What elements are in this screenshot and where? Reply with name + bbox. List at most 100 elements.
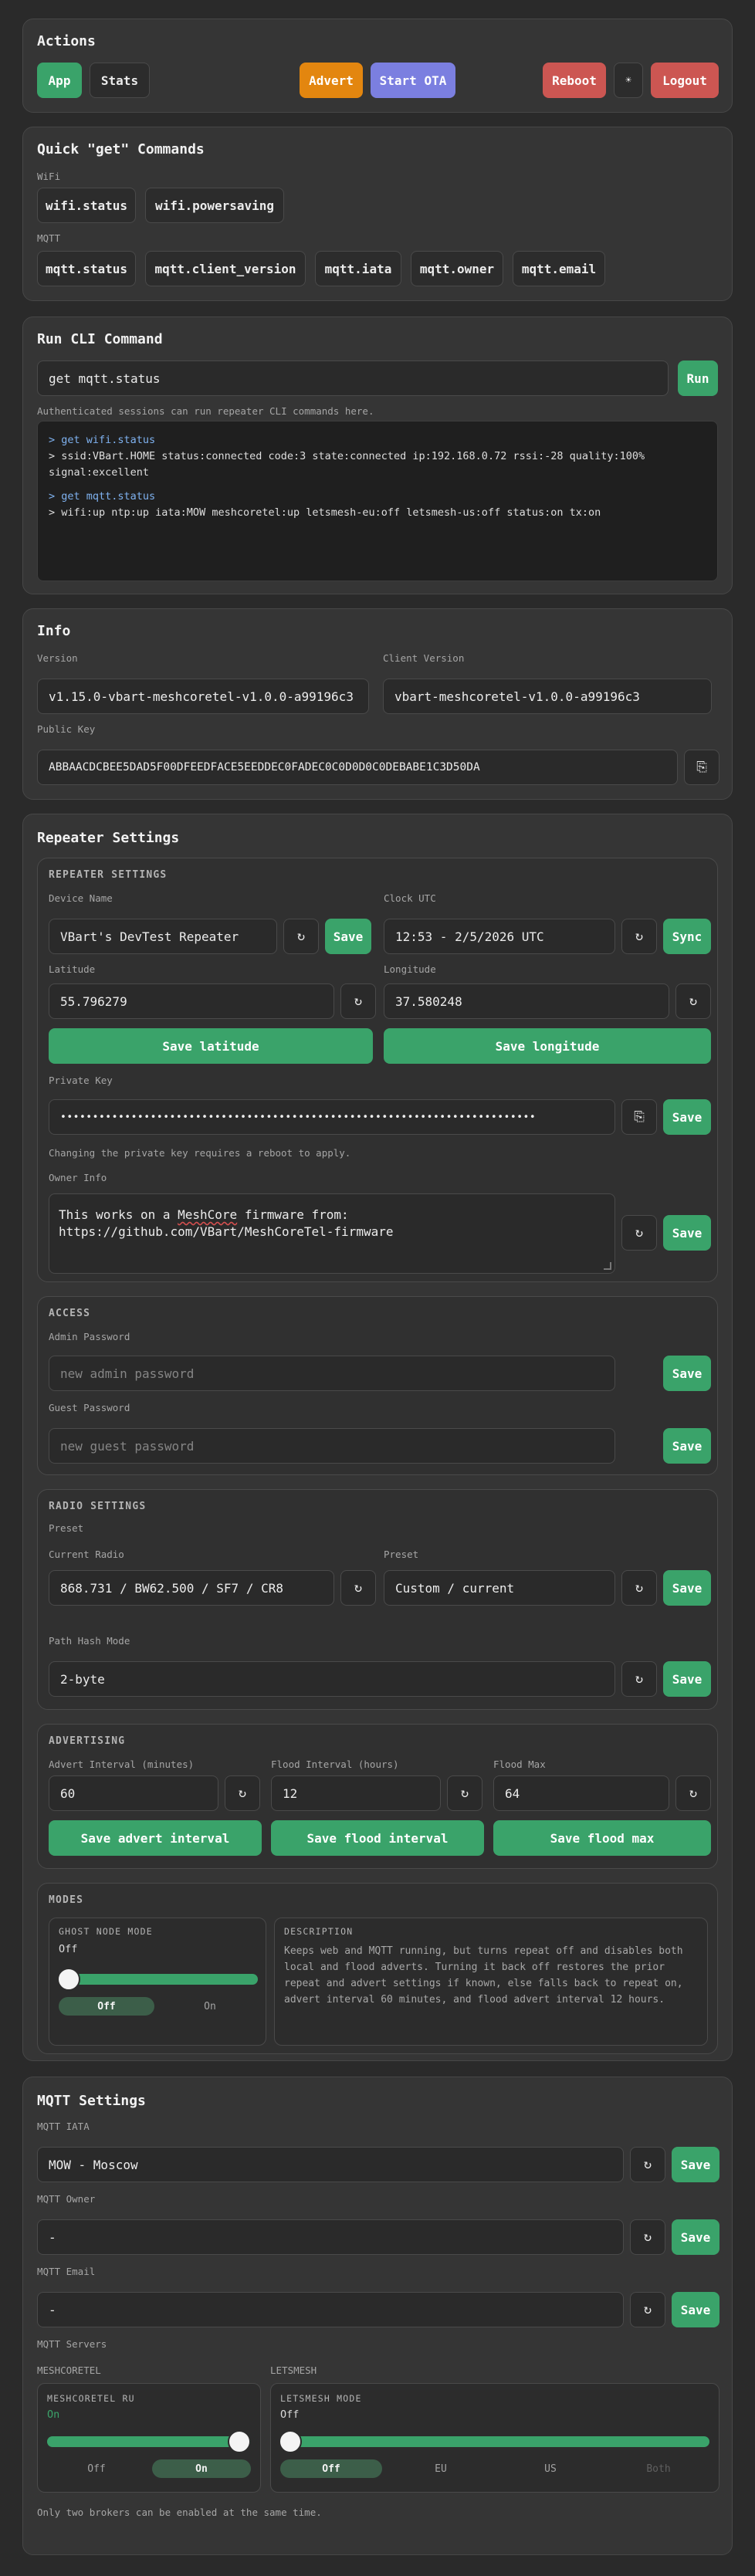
preset-refresh-icon[interactable]: ↻ <box>621 1570 657 1606</box>
stats-button[interactable]: Stats <box>90 63 150 98</box>
mqtt-email-input[interactable]: - <box>37 2292 624 2327</box>
quick-cmd-mqtt-status[interactable]: mqtt.status <box>37 251 136 286</box>
public-key-label: Public Key <box>37 723 96 735</box>
ghost-node-mode-slider-track[interactable] <box>59 1974 258 1985</box>
clock-utc-label: Clock UTC <box>384 892 436 904</box>
ghost-node-mode-box: GHOST NODE MODE Off Off On <box>49 1918 266 2046</box>
ghost-node-mode-on[interactable]: On <box>162 1997 258 2016</box>
ghost-node-mode-off[interactable]: Off <box>59 1997 154 2016</box>
quick-cmd-wifi-powersaving[interactable]: wifi.powersaving <box>145 188 284 223</box>
quick-cmd-mqtt-owner[interactable]: mqtt.owner <box>411 251 503 286</box>
letsmesh-mode-us[interactable]: US <box>499 2459 601 2478</box>
letsmesh-mode-slider-thumb[interactable] <box>279 2430 302 2453</box>
device-name-save-button[interactable]: Save <box>325 919 371 954</box>
run-button[interactable]: Run <box>678 361 718 396</box>
quick-commands-card: Quick "get" Commands WiFi wifi.status wi… <box>22 127 733 301</box>
letsmesh-mode-slider-track[interactable] <box>280 2436 709 2447</box>
mqtt-iata-select[interactable]: MOW - Moscow <box>37 2147 624 2182</box>
save-advert-interval-button[interactable]: Save advert interval <box>49 1820 262 1856</box>
meshcoretel-ru-slider-thumb[interactable] <box>228 2430 251 2453</box>
private-key-input[interactable]: ••••••••••••••••••••••••••••••••••••••••… <box>49 1099 615 1135</box>
current-radio-refresh-icon[interactable]: ↻ <box>340 1570 376 1606</box>
theme-toggle-icon[interactable]: ☀ <box>614 63 643 98</box>
mqtt-brokers-note: Only two brokers can be enabled at the s… <box>37 2507 322 2518</box>
letsmesh-mode-eu[interactable]: EU <box>390 2459 492 2478</box>
copy-private-key-icon[interactable]: ⎘ <box>621 1099 657 1135</box>
admin-password-input[interactable]: new admin password <box>49 1356 615 1391</box>
save-latitude-button[interactable]: Save latitude <box>49 1028 373 1064</box>
radio-save-button[interactable]: Save <box>663 1570 711 1606</box>
advertising-section-title: ADVERTISING <box>49 1735 126 1747</box>
cli-card: Run CLI Command get mqtt.status Run Auth… <box>22 316 733 594</box>
actions-card: Actions App Stats Advert Start OTA Reboo… <box>22 19 733 113</box>
latitude-label: Latitude <box>49 963 96 975</box>
reboot-button[interactable]: Reboot <box>543 63 606 98</box>
quick-cmd-mqtt-iata[interactable]: mqtt.iata <box>315 251 401 286</box>
longitude-input[interactable]: 37.580248 <box>384 983 669 1019</box>
copy-public-key-icon[interactable]: ⎘ <box>684 750 719 785</box>
latitude-refresh-icon[interactable]: ↻ <box>340 983 376 1019</box>
mqtt-iata-save-button[interactable]: Save <box>672 2147 719 2182</box>
owner-info-refresh-icon[interactable]: ↻ <box>621 1215 657 1251</box>
mqtt-email-save-button[interactable]: Save <box>672 2292 719 2327</box>
meshcoretel-ru-slider-track[interactable] <box>47 2436 251 2447</box>
advert-button[interactable]: Advert <box>300 63 363 98</box>
logout-button[interactable]: Logout <box>651 63 719 98</box>
quick-cmd-mqtt-client-version[interactable]: mqtt.client_version <box>145 251 306 286</box>
ghost-node-mode-title: GHOST NODE MODE <box>59 1926 153 1937</box>
access-section: ACCESS Admin Password new admin password… <box>37 1296 718 1475</box>
ghost-node-mode-slider-thumb[interactable] <box>57 1968 80 1991</box>
flood-max-input[interactable]: 64 <box>493 1775 669 1811</box>
latitude-input[interactable]: 55.796279 <box>49 983 334 1019</box>
mqtt-iata-refresh-icon[interactable]: ↻ <box>630 2147 665 2182</box>
log-output: > ssid:VBart.HOME status:connected code:… <box>49 450 645 479</box>
radio-section-title: RADIO SETTINGS <box>49 1501 147 1512</box>
path-hash-refresh-icon[interactable]: ↻ <box>621 1661 657 1697</box>
guest-password-input[interactable]: new guest password <box>49 1428 615 1464</box>
save-flood-interval-button[interactable]: Save flood interval <box>271 1820 484 1856</box>
flood-max-refresh-icon[interactable]: ↻ <box>675 1775 711 1811</box>
private-key-save-button[interactable]: Save <box>663 1099 711 1135</box>
advert-interval-input[interactable]: 60 <box>49 1775 218 1811</box>
mqtt-settings-title: MQTT Settings <box>37 2093 146 2109</box>
mqtt-owner-input[interactable]: - <box>37 2219 624 2255</box>
log-entry: > get wifi.status > ssid:VBart.HOME stat… <box>49 432 706 481</box>
longitude-refresh-icon[interactable]: ↻ <box>675 983 711 1019</box>
save-flood-max-button[interactable]: Save flood max <box>493 1820 711 1856</box>
path-hash-mode-select[interactable]: 2-byte <box>49 1661 615 1697</box>
clock-refresh-icon[interactable]: ↻ <box>621 919 657 954</box>
device-name-refresh-icon[interactable]: ↻ <box>283 919 319 954</box>
mqtt-owner-refresh-icon[interactable]: ↻ <box>630 2219 665 2255</box>
letsmesh-mode-off[interactable]: Off <box>280 2459 382 2478</box>
public-key-field: ABBAACDCBEE5DAD5F00DFEEDFACE5EEDDEC0FADE… <box>37 750 678 785</box>
client-version-field: vbart-meshcoretel-v1.0.0-a99196c3 <box>383 679 712 714</box>
cli-note: Authenticated sessions can run repeater … <box>37 405 374 417</box>
log-command: > get wifi.status <box>49 434 156 446</box>
advert-interval-refresh-icon[interactable]: ↻ <box>225 1775 260 1811</box>
device-name-input[interactable]: VBart's DevTest Repeater <box>49 919 277 954</box>
guest-password-save-button[interactable]: Save <box>663 1428 711 1464</box>
path-hash-save-button[interactable]: Save <box>663 1661 711 1697</box>
owner-info-save-button[interactable]: Save <box>663 1215 711 1251</box>
advert-interval-label: Advert Interval (minutes) <box>49 1759 195 1770</box>
log-command: > get mqtt.status <box>49 490 156 503</box>
cli-output-log[interactable]: > get wifi.status > ssid:VBart.HOME stat… <box>37 421 718 581</box>
owner-info-textarea[interactable]: This works on a MeshCore firmware from: … <box>49 1193 615 1274</box>
mqtt-email-refresh-icon[interactable]: ↻ <box>630 2292 665 2327</box>
cli-command-input[interactable]: get mqtt.status <box>37 361 669 396</box>
flood-interval-input[interactable]: 12 <box>271 1775 441 1811</box>
meshcoretel-ru-off[interactable]: Off <box>47 2459 146 2478</box>
start-ota-button[interactable]: Start OTA <box>371 63 455 98</box>
letsmesh-group-label: LETSMESH <box>270 2364 317 2376</box>
preset-select[interactable]: Custom / current <box>384 1570 615 1606</box>
app-button[interactable]: App <box>37 63 82 98</box>
sync-clock-button[interactable]: Sync <box>663 919 711 954</box>
quick-cmd-mqtt-email[interactable]: mqtt.email <box>513 251 605 286</box>
mqtt-owner-save-button[interactable]: Save <box>672 2219 719 2255</box>
quick-cmd-wifi-status[interactable]: wifi.status <box>37 188 136 223</box>
meshcoretel-ru-on[interactable]: On <box>152 2459 251 2478</box>
admin-password-placeholder: new admin password <box>60 1366 195 1381</box>
flood-interval-refresh-icon[interactable]: ↻ <box>447 1775 482 1811</box>
admin-password-save-button[interactable]: Save <box>663 1356 711 1391</box>
save-longitude-button[interactable]: Save longitude <box>384 1028 711 1064</box>
